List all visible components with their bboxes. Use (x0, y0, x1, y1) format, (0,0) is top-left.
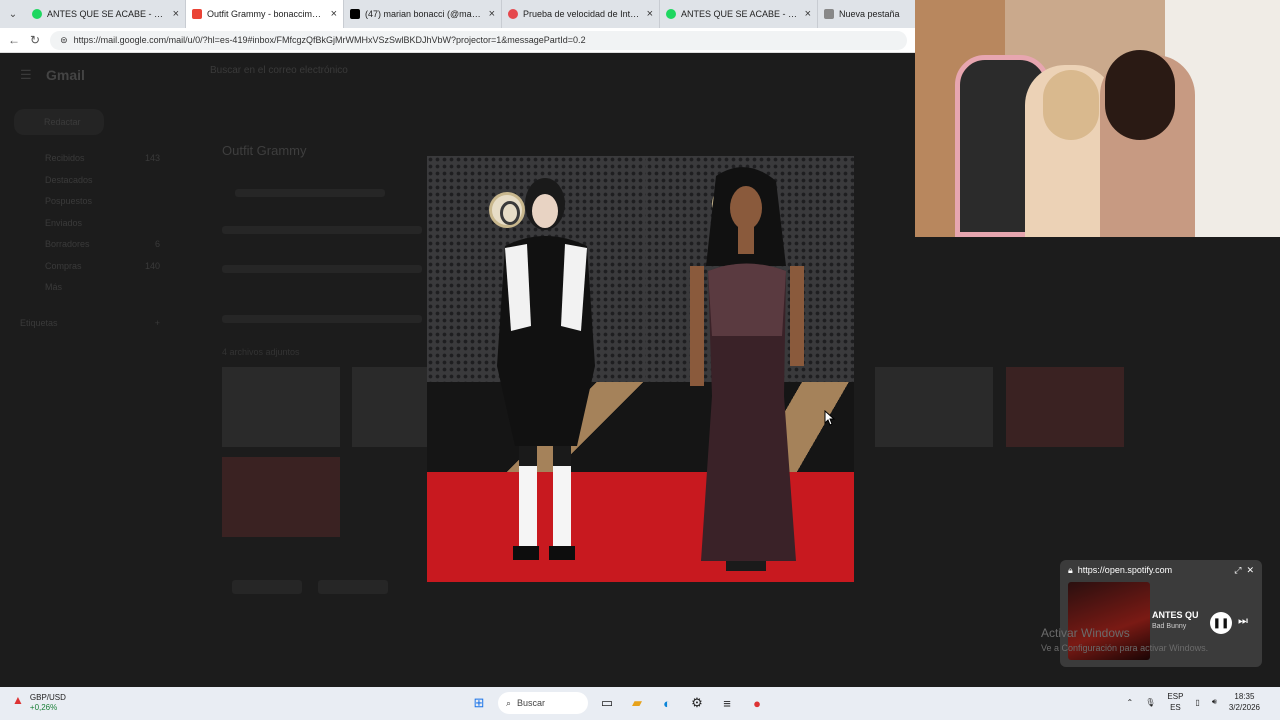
attachment-thumbnail[interactable] (1006, 367, 1124, 447)
attachment-thumbnail[interactable] (875, 367, 993, 447)
tiktok-icon (350, 9, 360, 19)
attachment-thumbnail[interactable] (222, 457, 340, 537)
placeholder-line (235, 189, 385, 197)
mouse-cursor-icon (824, 410, 836, 426)
edge-icon[interactable]: ◐ (656, 692, 678, 714)
sidebar-item-starred[interactable]: Destacados (20, 175, 160, 197)
obs-icon[interactable]: ● (746, 692, 768, 714)
chevron-up-icon[interactable]: ⌃ (1127, 698, 1134, 707)
app-icon[interactable]: ≡ (716, 692, 738, 714)
sidebar-item-purchases[interactable]: Compras 140 (20, 261, 160, 283)
person-figure-left (497, 178, 595, 560)
search-input[interactable]: Buscar en el correo electrónico (180, 65, 650, 85)
photo-left-panel (427, 156, 646, 582)
placeholder-line (222, 315, 422, 323)
back-arrow-icon[interactable]: ← (8, 33, 20, 47)
spotify-icon (666, 9, 676, 19)
browser-tab[interactable]: Prueba de velocidad de Internet | F × (502, 0, 660, 28)
photo-right-panel (646, 156, 854, 582)
tab-list-icon[interactable]: ⌄ (0, 9, 26, 20)
gmail-icon (192, 9, 202, 19)
taskbar-search[interactable]: ⌕ Buscar (498, 692, 588, 714)
sidebar-item-sent[interactable]: Enviados (20, 218, 160, 240)
volume-icon[interactable]: 🔊︎ (1212, 697, 1217, 707)
speedtest-icon (508, 9, 518, 19)
browser-tab[interactable]: Nueva pestaña (818, 0, 915, 28)
forward-button[interactable] (318, 580, 388, 594)
microphone-icon[interactable]: 🎙︎ (1145, 698, 1155, 707)
next-track-button[interactable]: ⏭ (1238, 615, 1248, 628)
labels-header: Etiquetas + (20, 317, 160, 328)
close-tab-icon[interactable]: × (647, 8, 653, 20)
attachment-thumbnail[interactable] (222, 367, 340, 447)
browser-tab[interactable]: ANTES QUE SE ACABE - Bad Bunny × (26, 0, 186, 28)
taskbar: ▲ GBP/USD +0,26% ⊞ ⌕ Buscar ▭ ▰ ◐ ⚙ ≡ ● … (0, 687, 1280, 720)
lock-icon: 🔒︎ (1068, 564, 1073, 575)
placeholder-line (222, 226, 422, 234)
compose-button[interactable]: Redactar (14, 109, 104, 135)
reply-button[interactable] (232, 580, 302, 594)
sidebar-item-snoozed[interactable]: Pospuestos (20, 196, 160, 218)
reload-icon[interactable]: ↻ (30, 33, 40, 47)
network-icon[interactable]: ▯ (1195, 698, 1199, 707)
sidebar-item-inbox[interactable]: Recibidos 143 (20, 153, 160, 175)
address-bar: ← ↻ ⊜ https://mail.google.com/mail/u/0/?… (0, 28, 915, 53)
browser-tab[interactable]: (47) marian bonacci (@marianbona × (344, 0, 502, 28)
close-tab-icon[interactable]: × (173, 8, 179, 20)
close-icon[interactable]: ✕ (1246, 565, 1254, 576)
site-info-icon[interactable]: ⊜ (60, 35, 68, 46)
url-field[interactable]: ⊜ https://mail.google.com/mail/u/0/?hl=e… (50, 30, 907, 50)
spotify-icon (32, 9, 42, 19)
gmail-logo: Gmail (46, 67, 85, 83)
track-title: ANTES QU (1152, 610, 1199, 620)
close-tab-icon[interactable]: × (331, 8, 337, 20)
language-indicator[interactable]: ESP ES (1167, 691, 1183, 713)
person-figure-right (690, 167, 804, 571)
settings-icon[interactable]: ⚙ (686, 692, 708, 714)
sidebar-item-drafts[interactable]: Borradores 6 (20, 239, 160, 261)
browser-tab-strip: ⌄ ANTES QUE SE ACABE - Bad Bunny × Outfi… (0, 0, 915, 28)
search-icon: ⌕ (506, 697, 512, 708)
system-tray: ⌃ 🎙︎ ESP ES ▯ 🔊︎ 18:35 3/2/2026 (1127, 691, 1260, 713)
sidebar: Recibidos 143 Destacados Pospuestos Envia… (20, 153, 160, 339)
attachment-thumbnail[interactable] (352, 367, 427, 447)
image-preview[interactable] (427, 156, 854, 582)
email-subject: Outfit Grammy (222, 143, 307, 158)
windows-start-icon[interactable]: ⊞ (468, 692, 490, 714)
sidebar-item-more[interactable]: Más (20, 282, 160, 304)
new-tab-icon (824, 9, 834, 19)
attachments-label: 4 archivos adjuntos (222, 347, 300, 357)
chart-icon: ▲ (12, 693, 24, 707)
browser-tab[interactable]: ANTES QUE SE ACABE - Bad B × (660, 0, 818, 28)
windows-activation-watermark: Activar Windows Ve a Configuración para … (1041, 626, 1209, 653)
file-explorer-icon[interactable]: ▰ (626, 692, 648, 714)
pause-button[interactable]: ❚❚ (1210, 612, 1232, 634)
task-view-icon[interactable]: ▭ (596, 692, 618, 714)
expand-icon[interactable]: ⤢ (1234, 565, 1241, 576)
clock[interactable]: 18:35 3/2/2026 (1229, 691, 1260, 713)
placeholder-line (222, 265, 422, 273)
webcam-overlay (915, 0, 1280, 237)
ticker-widget[interactable]: ▲ GBP/USD +0,26% (12, 693, 66, 713)
close-tab-icon[interactable]: × (489, 8, 495, 20)
close-tab-icon[interactable]: × (805, 8, 811, 20)
menu-icon[interactable]: ☰ (20, 67, 32, 83)
browser-tab-active[interactable]: Outfit Grammy - bonaccimarianel × (186, 0, 344, 28)
screen: ⌄ ANTES QUE SE ACABE - Bad Bunny × Outfi… (0, 0, 1280, 720)
